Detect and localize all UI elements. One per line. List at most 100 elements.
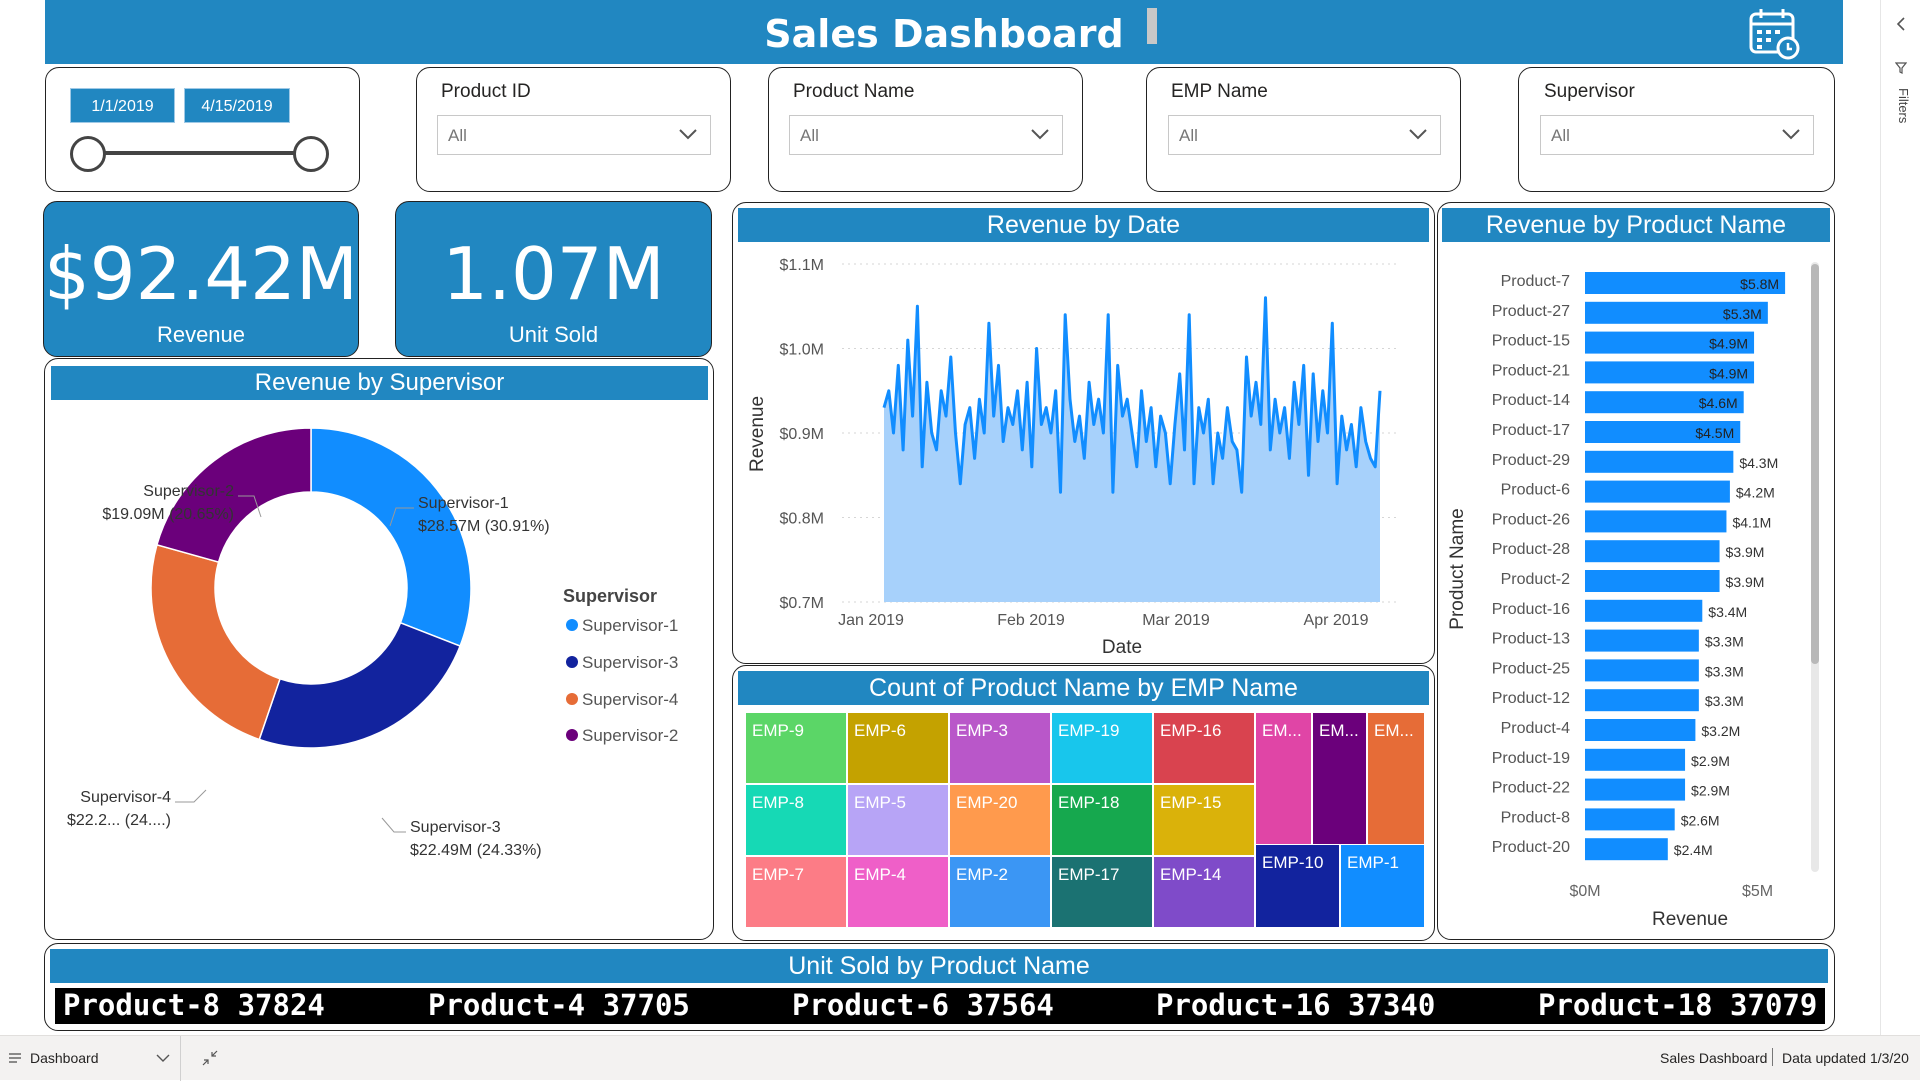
emp-name-dropdown[interactable]: All: [1168, 115, 1441, 155]
bar-data-label: $3.2M: [1701, 723, 1740, 739]
donut-slice[interactable]: [310, 427, 472, 648]
end-date-handle[interactable]: [293, 136, 329, 172]
bar[interactable]: [1585, 748, 1686, 771]
bar-data-label: $2.9M: [1691, 783, 1730, 799]
bar-category-label: Product-29: [1492, 452, 1570, 469]
bar[interactable]: [1585, 808, 1675, 831]
bar[interactable]: [1585, 450, 1734, 473]
calendar-clock-icon[interactable]: [1747, 6, 1803, 60]
bar[interactable]: [1585, 570, 1720, 592]
bar-data-label: $4.9M: [1709, 336, 1748, 352]
treemap-cell[interactable]: EMP-6: [847, 712, 949, 784]
bar[interactable]: [1585, 838, 1668, 861]
bar[interactable]: [1585, 689, 1699, 712]
emp-treemap[interactable]: EMP-9 EMP-6 EMP-3 EMP-19 EMP-16 EM... EM... EM.…: [745, 712, 1425, 928]
treemap-cell[interactable]: EM...: [1255, 712, 1312, 856]
bar[interactable]: [1585, 719, 1696, 741]
treemap-cell[interactable]: EM...: [1312, 712, 1367, 856]
filter-icon: [1895, 62, 1907, 74]
chevron-down-icon[interactable]: [156, 1053, 170, 1063]
dropdown-value: All: [1179, 126, 1198, 145]
treemap-cell[interactable]: EMP-7: [745, 856, 847, 928]
bar-data-label: $3.4M: [1708, 604, 1747, 620]
treemap-cell[interactable]: EMP-17: [1051, 856, 1153, 928]
revenue-by-product-chart[interactable]: Product-7 $5.8M Product-27 $5.3M Product-15 $…: [1437, 244, 1835, 940]
treemap-cell[interactable]: EMP-10: [1255, 844, 1340, 928]
treemap-cell[interactable]: EMP-15: [1153, 784, 1255, 856]
footer-divider: [180, 1036, 181, 1081]
bar-data-label: $3.9M: [1726, 544, 1765, 560]
treemap-cell[interactable]: EMP-2: [949, 856, 1051, 928]
revenue-by-date-chart[interactable]: $0.7M $0.8M $0.9M $1.0M $1.1M Jan 2019 Feb 201…: [732, 244, 1435, 664]
bar[interactable]: [1585, 659, 1699, 682]
bar-category-label: Product-6: [1501, 482, 1570, 499]
page-tab-dashboard[interactable]: Dashboard: [30, 1050, 99, 1066]
report-footer: Dashboard Sales Dashboard Data updated 1…: [0, 1035, 1920, 1081]
legend-item[interactable]: Supervisor-3: [566, 653, 678, 673]
start-date-handle[interactable]: [70, 136, 106, 172]
bar-data-label: $4.9M: [1709, 365, 1748, 381]
legend-item[interactable]: Supervisor-2: [566, 726, 678, 746]
treemap-cell[interactable]: EMP-1: [1340, 844, 1425, 928]
revenue-kpi-value: $92.42M: [44, 232, 359, 316]
donut-data-value: $22.49M (24.33%): [410, 842, 542, 859]
bar-category-label: Product-17: [1492, 422, 1570, 439]
treemap-cell[interactable]: EMP-20: [949, 784, 1051, 856]
product-id-dropdown[interactable]: All: [437, 115, 711, 155]
donut-data-value: $22.2... (24....): [67, 812, 171, 829]
bar-data-label: $4.5M: [1695, 425, 1734, 441]
bar[interactable]: [1585, 599, 1703, 622]
legend-item[interactable]: Supervisor-1: [566, 616, 678, 636]
product-name-dropdown[interactable]: All: [789, 115, 1063, 155]
legend-label: Supervisor-3: [582, 653, 679, 672]
bar[interactable]: [1585, 629, 1699, 652]
treemap-cell[interactable]: EMP-18: [1051, 784, 1153, 856]
minimize-icon[interactable]: [202, 1050, 218, 1066]
donut-leader-line: [381, 817, 406, 833]
donut-slice[interactable]: [258, 621, 462, 749]
donut-slice[interactable]: [150, 543, 281, 741]
date-range-track[interactable]: [88, 151, 312, 155]
donut-data-label: Supervisor-4: [80, 789, 171, 806]
bar[interactable]: [1585, 540, 1720, 563]
scrollbar-thumb[interactable]: [1811, 264, 1819, 664]
units-kpi-label: Unit Sold: [508, 322, 599, 347]
bar-data-label: $3.3M: [1705, 663, 1744, 679]
x-tick-label: Jan 2019: [838, 612, 904, 629]
bar-category-label: Product-25: [1492, 660, 1570, 677]
treemap-title: Count of Product Name by EMP Name: [738, 671, 1429, 705]
treemap-cell[interactable]: EM...: [1367, 712, 1425, 856]
legend-item[interactable]: Supervisor-4: [566, 690, 678, 710]
end-date-input[interactable]: 4/15/2019: [184, 88, 290, 123]
chevron-left-icon[interactable]: [1895, 16, 1907, 32]
treemap-cell[interactable]: EMP-16: [1153, 712, 1255, 784]
page-list-icon[interactable]: [8, 1052, 22, 1064]
treemap-cell[interactable]: EMP-4: [847, 856, 949, 928]
treemap-cell[interactable]: EMP-3: [949, 712, 1051, 784]
donut-data-value: $19.09M (20.65%): [102, 506, 234, 523]
legend-dot: [566, 619, 578, 631]
y-tick-label: $0.7M: [780, 595, 824, 612]
treemap-cell[interactable]: EMP-8: [745, 784, 847, 856]
ticker-item: Product-4 37705: [428, 988, 690, 1022]
treemap-cell[interactable]: EMP-19: [1051, 712, 1153, 784]
start-date-input[interactable]: 1/1/2019: [70, 88, 175, 123]
bar-data-label: $3.3M: [1705, 693, 1744, 709]
treemap-cell[interactable]: EMP-14: [1153, 856, 1255, 928]
revenue-kpi-label: Revenue: [156, 322, 246, 347]
bar-category-label: Product-22: [1492, 780, 1570, 797]
filters-pane-collapsed[interactable]: Filters: [1880, 0, 1920, 1035]
bar-data-label: $4.2M: [1736, 485, 1775, 501]
treemap-cell[interactable]: EMP-5: [847, 784, 949, 856]
treemap-cell[interactable]: EMP-9: [745, 712, 847, 784]
bar[interactable]: [1585, 778, 1686, 801]
bar[interactable]: [1585, 480, 1730, 503]
bar[interactable]: [1585, 510, 1727, 533]
dropdown-value: All: [800, 126, 819, 145]
bar-data-label: $5.3M: [1723, 306, 1762, 322]
y-tick-label: $0.9M: [780, 426, 824, 443]
supervisor-dropdown[interactable]: All: [1540, 115, 1814, 155]
slicer-label: Product Name: [793, 81, 915, 102]
bar-data-label: $4.1M: [1732, 514, 1771, 530]
bar-category-label: Product-13: [1492, 631, 1570, 648]
